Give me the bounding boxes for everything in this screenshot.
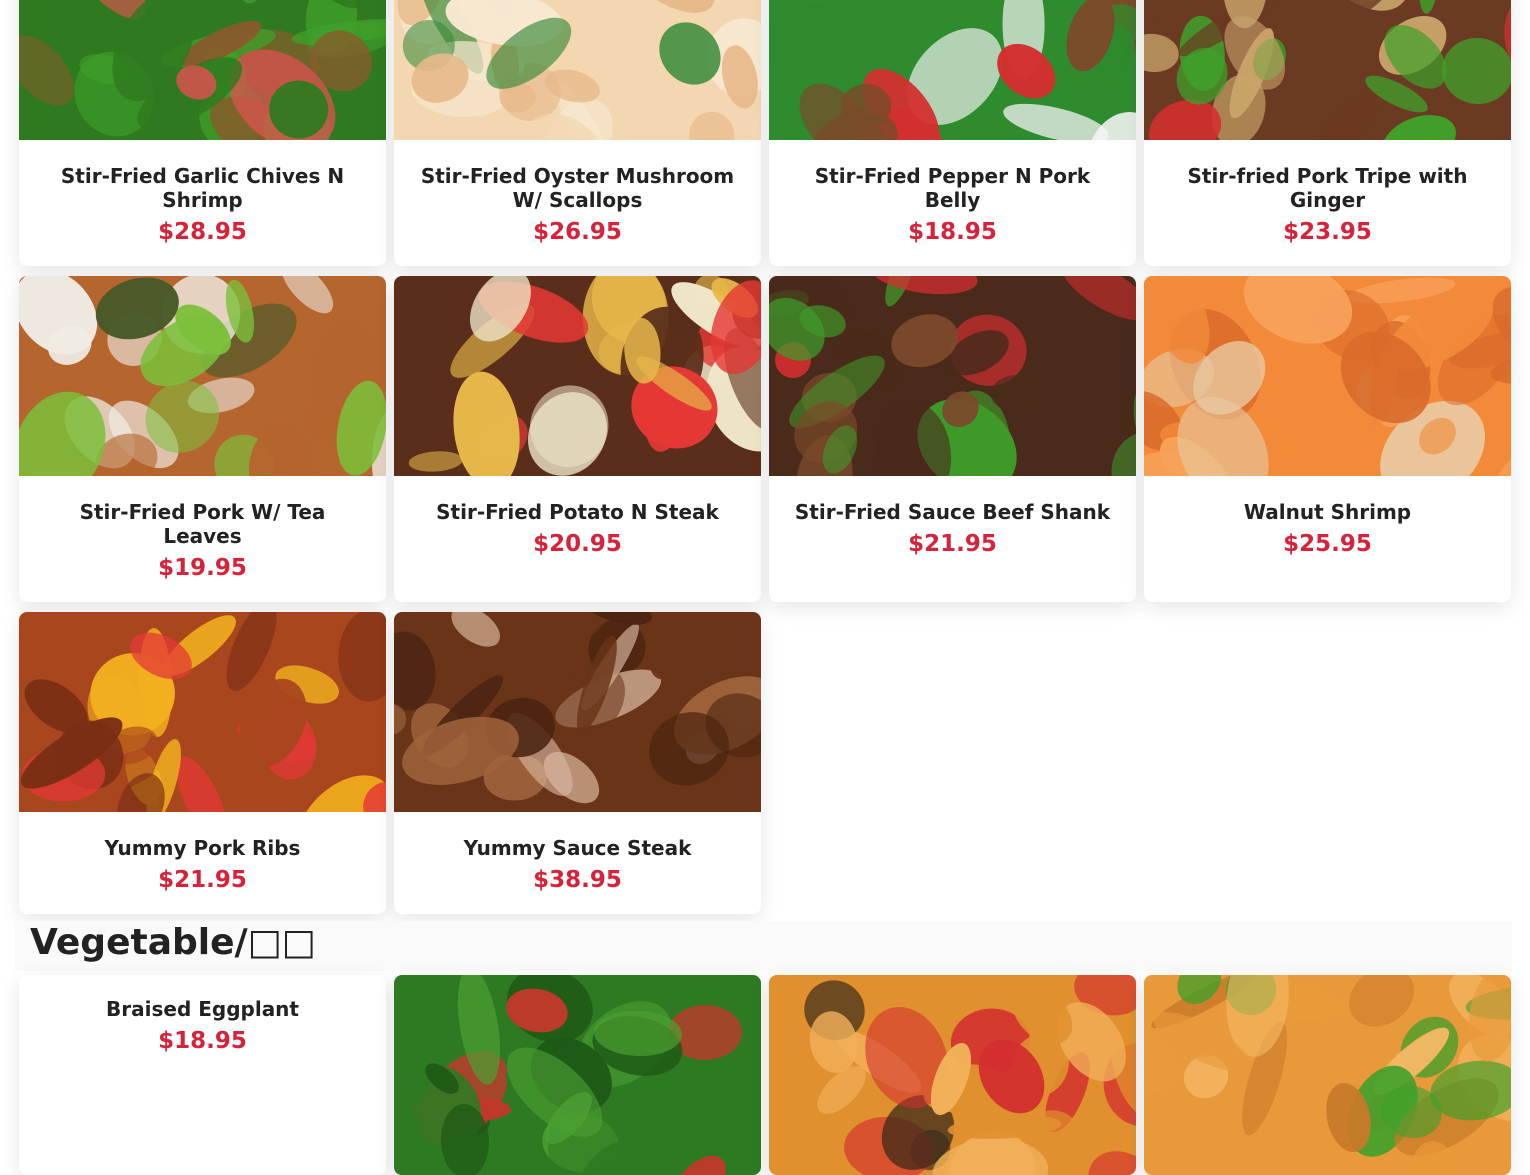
menu-item-name[interactable]: Stir-Fried Potato N Steak <box>412 500 743 524</box>
menu-item-card[interactable] <box>769 975 1136 1175</box>
dish-photo[interactable] <box>394 612 761 812</box>
menu-item-info: Stir-Fried Sauce Beef Shank $21.95 <box>769 476 1136 578</box>
menu-item-name[interactable]: Stir-Fried Garlic Chives N Shrimp <box>37 164 368 212</box>
menu-item-info: Stir-Fried Pork W/ Tea Leaves $19.95 <box>19 476 386 602</box>
menu-item-name[interactable]: Stir-Fried Pork W/ Tea Leaves <box>37 500 368 548</box>
dish-photo[interactable] <box>19 276 386 476</box>
menu-item-name[interactable]: Stir-Fried Sauce Beef Shank <box>787 500 1118 524</box>
section-title-vegetable: Vegetable/□□ <box>30 922 316 963</box>
menu-item-card[interactable]: Yummy Pork Ribs $21.95 <box>19 612 386 914</box>
dish-photo[interactable] <box>394 0 761 140</box>
menu-item-price: $20.95 <box>533 531 622 557</box>
vegetable-grid: Braised Eggplant $18.95 <box>19 975 1511 1175</box>
dish-photo[interactable] <box>394 975 761 1175</box>
menu-item-info: Stir-fried Pork Tripe with Ginger $23.95 <box>1144 140 1511 266</box>
menu-item-info: Stir-Fried Oyster Mushroom W/ Scallops $… <box>394 140 761 266</box>
menu-item-card[interactable]: Stir-Fried Potato N Steak $20.95 <box>394 276 761 602</box>
menu-item-card[interactable]: Stir-Fried Oyster Mushroom W/ Scallops $… <box>394 0 761 266</box>
menu-item-name[interactable]: Stir-Fried Pepper N Pork Belly <box>787 164 1118 212</box>
menu-item-info: Stir-Fried Potato N Steak $20.95 <box>394 476 761 578</box>
menu-item-price: $21.95 <box>158 867 247 893</box>
menu-item-price: $18.95 <box>908 219 997 245</box>
menu-item-name[interactable]: Stir-Fried Oyster Mushroom W/ Scallops <box>412 164 743 212</box>
dish-photo[interactable] <box>1144 975 1511 1175</box>
dish-photo[interactable] <box>19 0 386 140</box>
menu-item-card[interactable]: Walnut Shrimp $25.95 <box>1144 276 1511 602</box>
menu-grid: Stir-Fried Garlic Chives N Shrimp $28.95… <box>19 0 1511 914</box>
menu-item-name[interactable]: Stir-fried Pork Tripe with Ginger <box>1162 164 1493 212</box>
dish-photo[interactable] <box>1144 0 1511 140</box>
dish-photo[interactable] <box>769 0 1136 140</box>
menu-item-card[interactable]: Stir-fried Pork Tripe with Ginger $23.95 <box>1144 0 1511 266</box>
menu-item-card[interactable] <box>1144 975 1511 1175</box>
menu-item-name[interactable]: Walnut Shrimp <box>1162 500 1493 524</box>
menu-item-name[interactable]: Braised Eggplant <box>37 997 368 1021</box>
menu-item-price: $25.95 <box>1283 531 1372 557</box>
dish-photo[interactable] <box>19 612 386 812</box>
menu-item-price: $21.95 <box>908 531 997 557</box>
dish-photo[interactable] <box>769 276 1136 476</box>
menu-item-name[interactable]: Yummy Pork Ribs <box>37 836 368 860</box>
dish-photo[interactable] <box>394 276 761 476</box>
menu-item-price: $28.95 <box>158 219 247 245</box>
menu-item-card[interactable]: Yummy Sauce Steak $38.95 <box>394 612 761 914</box>
menu-item-card[interactable]: Stir-Fried Garlic Chives N Shrimp $28.95 <box>19 0 386 266</box>
menu-item-card[interactable]: Stir-Fried Sauce Beef Shank $21.95 <box>769 276 1136 602</box>
menu-item-card[interactable]: Stir-Fried Pork W/ Tea Leaves $19.95 <box>19 276 386 602</box>
menu-item-info: Stir-Fried Pepper N Pork Belly $18.95 <box>769 140 1136 266</box>
menu-item-price: $26.95 <box>533 219 622 245</box>
menu-item-name[interactable]: Yummy Sauce Steak <box>412 836 743 860</box>
dish-photo[interactable] <box>769 975 1136 1175</box>
menu-item-info: Walnut Shrimp $25.95 <box>1144 476 1511 578</box>
menu-item-price: $23.95 <box>1283 219 1372 245</box>
menu-item-price: $18.95 <box>158 1028 247 1054</box>
dish-photo[interactable] <box>1144 276 1511 476</box>
menu-item-card[interactable]: Braised Eggplant $18.95 <box>19 975 386 1175</box>
menu-item-info: Yummy Sauce Steak $38.95 <box>394 812 761 914</box>
menu-item-info: Yummy Pork Ribs $21.95 <box>19 812 386 914</box>
menu-item-card[interactable]: Stir-Fried Pepper N Pork Belly $18.95 <box>769 0 1136 266</box>
menu-item-card[interactable] <box>394 975 761 1175</box>
menu-item-info: Braised Eggplant $18.95 <box>19 975 386 1175</box>
menu-item-price: $19.95 <box>158 555 247 581</box>
menu-item-info: Stir-Fried Garlic Chives N Shrimp $28.95 <box>19 140 386 266</box>
menu-item-price: $38.95 <box>533 867 622 893</box>
